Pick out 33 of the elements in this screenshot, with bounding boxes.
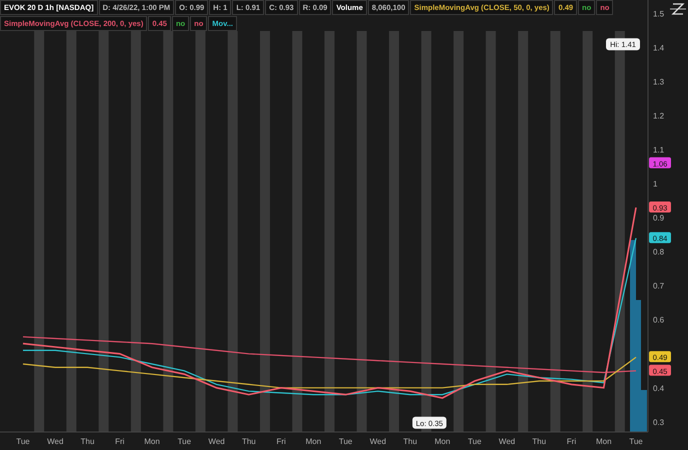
x-axis-label: Fri: [566, 437, 576, 446]
zoom-icon[interactable]: [670, 3, 686, 15]
x-axis-label: Thu: [242, 437, 256, 446]
y-axis-label: 0.3: [653, 418, 664, 427]
y-axis-label: 1.3: [653, 78, 664, 87]
x-axis-label: Thu: [80, 437, 94, 446]
x-axis-label: Wed: [498, 437, 516, 446]
x-axis-label: Mon: [144, 437, 160, 446]
x-axis-label: Wed: [208, 437, 225, 446]
x-axis-label: Tue: [178, 437, 192, 446]
x-axis-label: Mon: [306, 437, 322, 446]
y-axis-label: 1.1: [653, 146, 664, 155]
y-axis-label: 1.4: [653, 44, 664, 53]
y-axis-label: 0.9: [653, 214, 664, 223]
x-axis-label: Tue: [16, 437, 30, 446]
x-axis-label: Mon: [596, 437, 612, 446]
x-axis-label: Thu: [532, 437, 546, 446]
x-axis-label: Fri: [276, 437, 286, 446]
x-axis-label: Tue: [468, 437, 482, 446]
x-axis-label: Tue: [338, 437, 352, 446]
y-axis-label: 1: [653, 180, 658, 189]
y-axis-label: 0.4: [653, 384, 664, 393]
x-axis-label: Thu: [403, 437, 418, 446]
y-axis-label: 0.7: [653, 282, 664, 291]
x-axis-label: Mon: [434, 437, 450, 446]
y-axis-label: 1.5: [653, 10, 664, 19]
y-axis-label: 1.2: [653, 112, 664, 121]
x-axis-label: Tue: [629, 437, 643, 446]
x-axis-label: Wed: [370, 437, 386, 446]
y-axis-label: 0.8: [653, 248, 664, 257]
y-axis-label: 0.6: [653, 316, 664, 325]
x-axis-label: Fri: [115, 437, 124, 446]
x-axis-label: Wed: [47, 437, 64, 446]
